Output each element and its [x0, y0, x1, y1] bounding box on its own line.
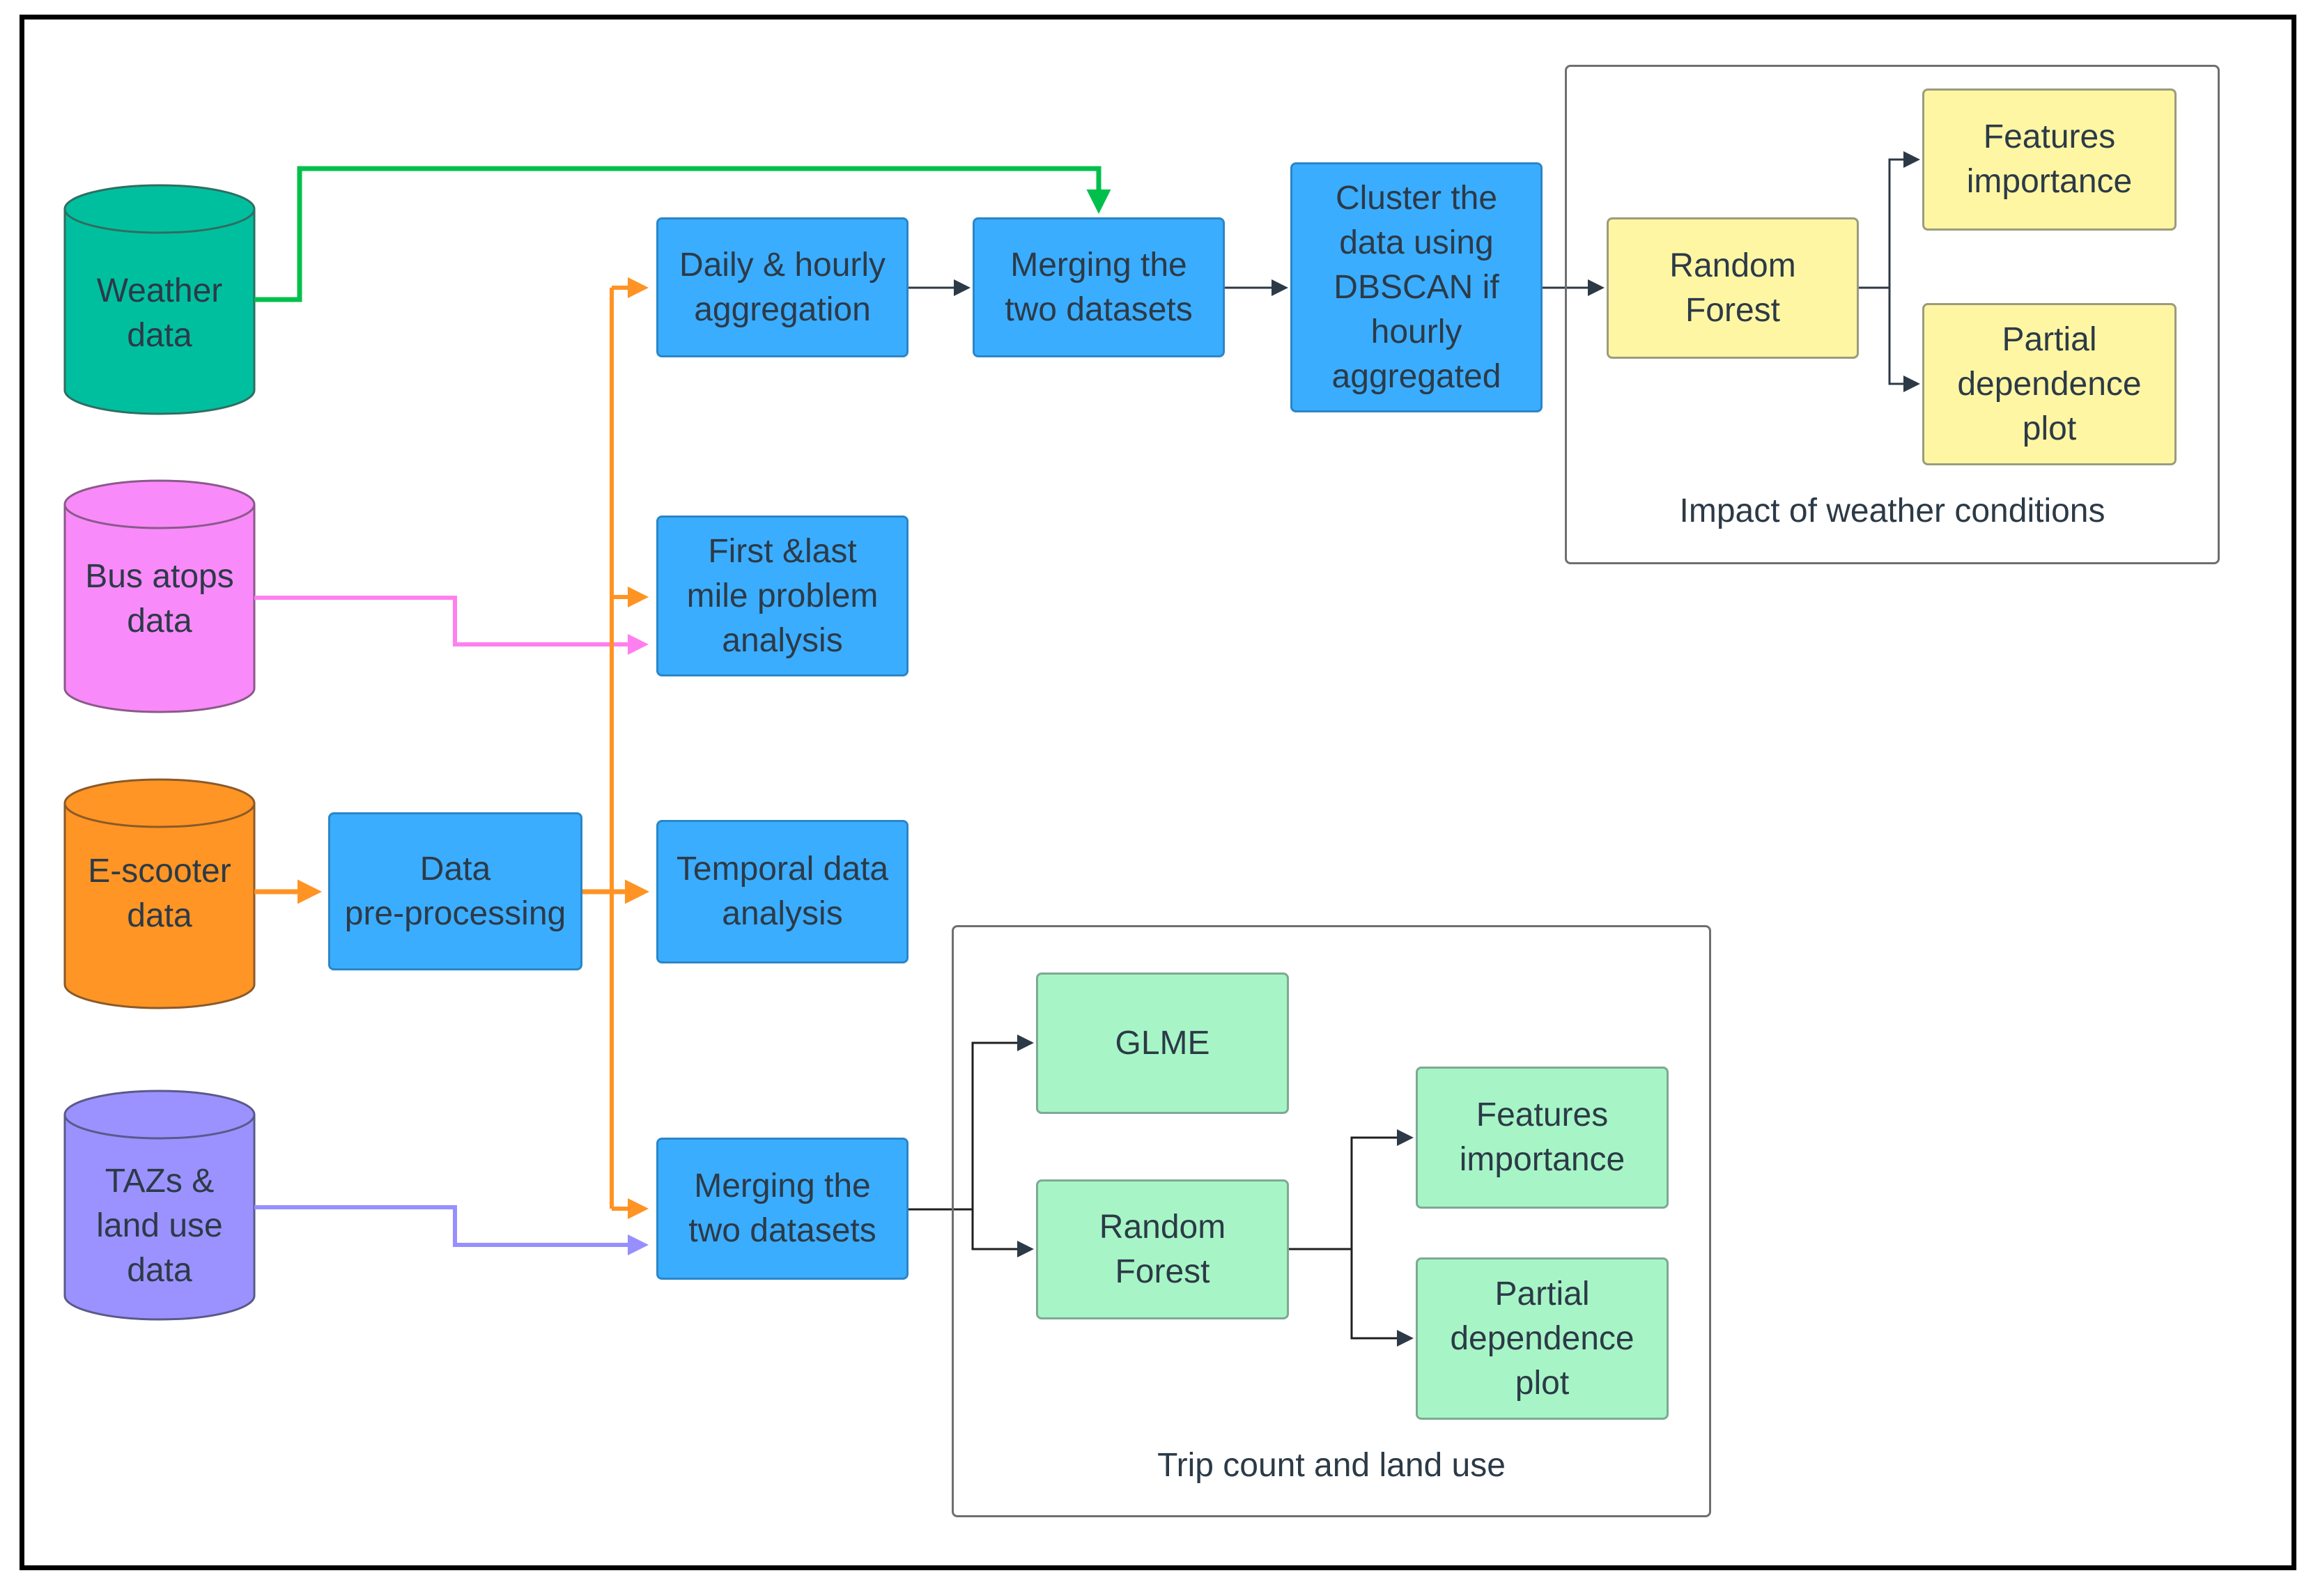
bus-stops-data-label: Bus atops data: [85, 558, 234, 640]
connector-taz-to-merge: [254, 1205, 649, 1255]
landuse-pdp-box: Partial dependence plot: [1416, 1257, 1669, 1420]
escooter-data-label: E-scooter data: [88, 853, 231, 934]
taz-landuse-data-label: TAZs & land use data: [96, 1163, 223, 1289]
temporal-analysis-box: Temporal data analysis: [656, 820, 909, 963]
landuse-features-importance-box: Features importance: [1416, 1067, 1669, 1209]
first-last-mile-box: First &last mile problem analysis: [656, 516, 909, 676]
weather-data-label: Weather data: [96, 272, 223, 354]
dbscan-cluster-box: Cluster the data using DBSCAN if hourly …: [1290, 162, 1543, 412]
weather-impact-group-label: Impact of weather conditions: [1679, 493, 2105, 529]
merge-weather-datasets-box: Merging the two datasets: [973, 217, 1225, 357]
landuse-trip-count-group-label: Trip count and land use: [1157, 1447, 1506, 1484]
merge-landuse-datasets-box: Merging the two datasets: [656, 1138, 909, 1280]
daily-hourly-aggregation-box: Daily & hourly aggregation: [656, 217, 909, 357]
data-preprocessing-box: Data pre-processing: [328, 812, 582, 970]
weather-pdp-box: Partial dependence plot: [1922, 303, 2177, 465]
landuse-random-forest-box: Random Forest: [1036, 1179, 1289, 1319]
connector-bus-to-firstlast: [254, 596, 649, 655]
glme-box: GLME: [1036, 973, 1289, 1114]
weather-random-forest-box: Random Forest: [1607, 217, 1859, 359]
weather-features-importance-box: Features importance: [1922, 88, 2177, 231]
